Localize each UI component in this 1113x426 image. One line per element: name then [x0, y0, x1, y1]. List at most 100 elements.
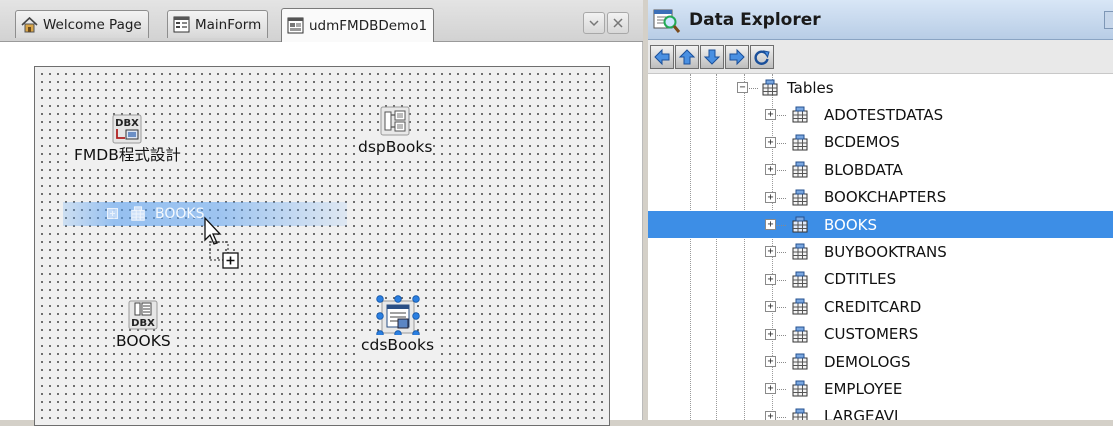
tree-node-tables[interactable]: − Tables — [648, 74, 1113, 101]
expand-box-icon — [107, 208, 118, 219]
editor-tab-bar: Welcome Page MainForm udmFMDBDemo1 — [0, 0, 643, 42]
tree-node-label: CREDITCARD — [824, 297, 922, 316]
component-label: dspBooks — [357, 137, 434, 157]
panel-pin-button[interactable] — [1104, 11, 1113, 29]
design-surface: DBX FMDB程式設計 dspBooks DBX BOOKS cdsBooks… — [0, 42, 643, 426]
data-explorer-header: Data Explorer — [648, 0, 1113, 40]
expand-icon[interactable]: + — [765, 356, 776, 367]
tree-connector — [777, 170, 786, 172]
component-fmdb-connection[interactable]: DBX FMDB程式設計 — [73, 113, 182, 165]
tree-connector — [777, 252, 786, 254]
component-label: FMDB程式設計 — [73, 145, 182, 165]
up-icon — [678, 48, 696, 64]
data-explorer-panel: Data Explorer − Tables + ADOTESTDATAS + … — [648, 0, 1113, 420]
tree-connector — [777, 115, 786, 117]
table-icon — [792, 161, 808, 178]
data-module-canvas[interactable]: DBX FMDB程式設計 dspBooks DBX BOOKS cdsBooks… — [34, 66, 610, 426]
table-icon — [792, 408, 808, 420]
table-folder-icon — [762, 79, 778, 96]
tab-welcome-page[interactable]: Welcome Page — [15, 10, 149, 38]
tree-node-table[interactable]: + BUYBOOKTRANS — [648, 238, 1113, 265]
tree-connector — [777, 307, 786, 309]
down-icon — [703, 49, 721, 65]
table-icon — [792, 353, 808, 370]
tree-node-table[interactable]: + BCDEMOS — [648, 129, 1113, 156]
down-button[interactable] — [700, 44, 724, 69]
tree-node-label: CUSTOMERS — [824, 325, 919, 344]
tab-label: MainForm — [195, 16, 262, 33]
close-tab-button[interactable] — [607, 12, 629, 34]
tree-node-table[interactable]: + BLOBDATA — [648, 156, 1113, 183]
close-icon — [613, 18, 623, 28]
component-dspbooks[interactable]: dspBooks — [357, 105, 434, 157]
tree-node-label: EMPLOYEE — [824, 380, 903, 399]
drag-copy-cursor-icon — [204, 216, 239, 269]
form-icon — [173, 16, 190, 33]
refresh-button[interactable] — [750, 44, 774, 69]
tree-connector — [777, 416, 786, 418]
component-label: BOOKS — [115, 331, 172, 351]
tab-controls — [583, 12, 629, 34]
explorer-toolbar — [648, 40, 1113, 74]
datamodule-icon — [287, 17, 304, 34]
panel-title: Data Explorer — [689, 9, 821, 30]
back-button[interactable] — [650, 44, 674, 69]
forward-button[interactable] — [725, 44, 749, 69]
tree-node-table[interactable]: + CDTITLES — [648, 266, 1113, 293]
tree-node-table[interactable]: + CUSTOMERS — [648, 321, 1113, 348]
forward-icon — [729, 48, 745, 65]
expand-icon[interactable]: + — [765, 273, 776, 285]
table-icon — [792, 134, 808, 151]
component-books-dataset[interactable]: DBX BOOKS — [115, 299, 172, 351]
dataset-provider-icon — [380, 106, 410, 136]
collapse-icon[interactable]: − — [737, 82, 748, 93]
explorer-tree[interactable]: − Tables + ADOTESTDATAS + BCDEMOS + BLOBDATA +… — [648, 74, 1113, 420]
expand-icon[interactable]: + — [765, 109, 776, 121]
tree-node-label: Tables — [787, 78, 834, 97]
expand-icon[interactable]: + — [765, 383, 776, 395]
dbx-connection-icon: DBX — [112, 114, 142, 144]
expand-icon[interactable]: + — [765, 410, 776, 420]
back-icon — [654, 48, 670, 65]
expand-icon[interactable]: + — [765, 219, 776, 230]
expand-icon[interactable]: + — [765, 246, 776, 258]
tree-node-table[interactable]: + LARGEAVI — [648, 403, 1113, 420]
form-designer: Welcome Page MainForm udmFMDBDemo1 DBX F… — [0, 0, 643, 426]
table-icon — [792, 243, 808, 260]
expand-icon[interactable]: + — [765, 164, 776, 176]
component-cdsbooks[interactable]: cdsBooks — [360, 295, 436, 355]
dbx-dataset-icon: DBX — [128, 300, 158, 330]
chevron-down-icon — [589, 20, 599, 27]
component-label: cdsBooks — [360, 335, 436, 355]
tree-node-table[interactable]: + ADOTESTDATAS — [648, 101, 1113, 128]
tree-connector — [777, 225, 786, 226]
tree-connector — [777, 142, 786, 144]
tree-node-label: DEMOLOGS — [824, 352, 911, 371]
tab-udmfmdbdemo1[interactable]: udmFMDBDemo1 — [281, 8, 435, 42]
tree-connector — [749, 88, 758, 89]
home-icon — [21, 16, 38, 33]
table-icon — [792, 216, 808, 233]
tree-connector — [777, 334, 786, 336]
tab-mainform[interactable]: MainForm — [167, 10, 269, 38]
tree-connector — [777, 279, 786, 281]
svg-text:DBX: DBX — [132, 318, 156, 329]
expand-icon[interactable]: + — [765, 301, 776, 313]
refresh-icon — [754, 49, 770, 65]
tree-node-table[interactable]: + EMPLOYEE — [648, 375, 1113, 402]
data-explorer-icon — [653, 9, 681, 33]
svg-text:DBX: DBX — [116, 118, 140, 129]
drag-ghost-label: BOOKS — [155, 206, 205, 222]
tree-node-table[interactable]: + CREDITCARD — [648, 293, 1113, 320]
tree-node-label: BOOKS — [824, 215, 877, 234]
tab-list-button[interactable] — [583, 12, 605, 34]
expand-icon[interactable]: + — [765, 328, 776, 340]
expand-icon[interactable]: + — [765, 191, 776, 203]
tree-node-table[interactable]: + BOOKCHAPTERS — [648, 184, 1113, 211]
expand-icon[interactable]: + — [765, 136, 776, 148]
tree-node-table[interactable]: + DEMOLOGS — [648, 348, 1113, 375]
up-button[interactable] — [675, 44, 699, 69]
tree-node-table[interactable]: + BOOKS — [648, 211, 1113, 239]
table-icon — [792, 271, 808, 288]
table-icon — [131, 206, 145, 221]
